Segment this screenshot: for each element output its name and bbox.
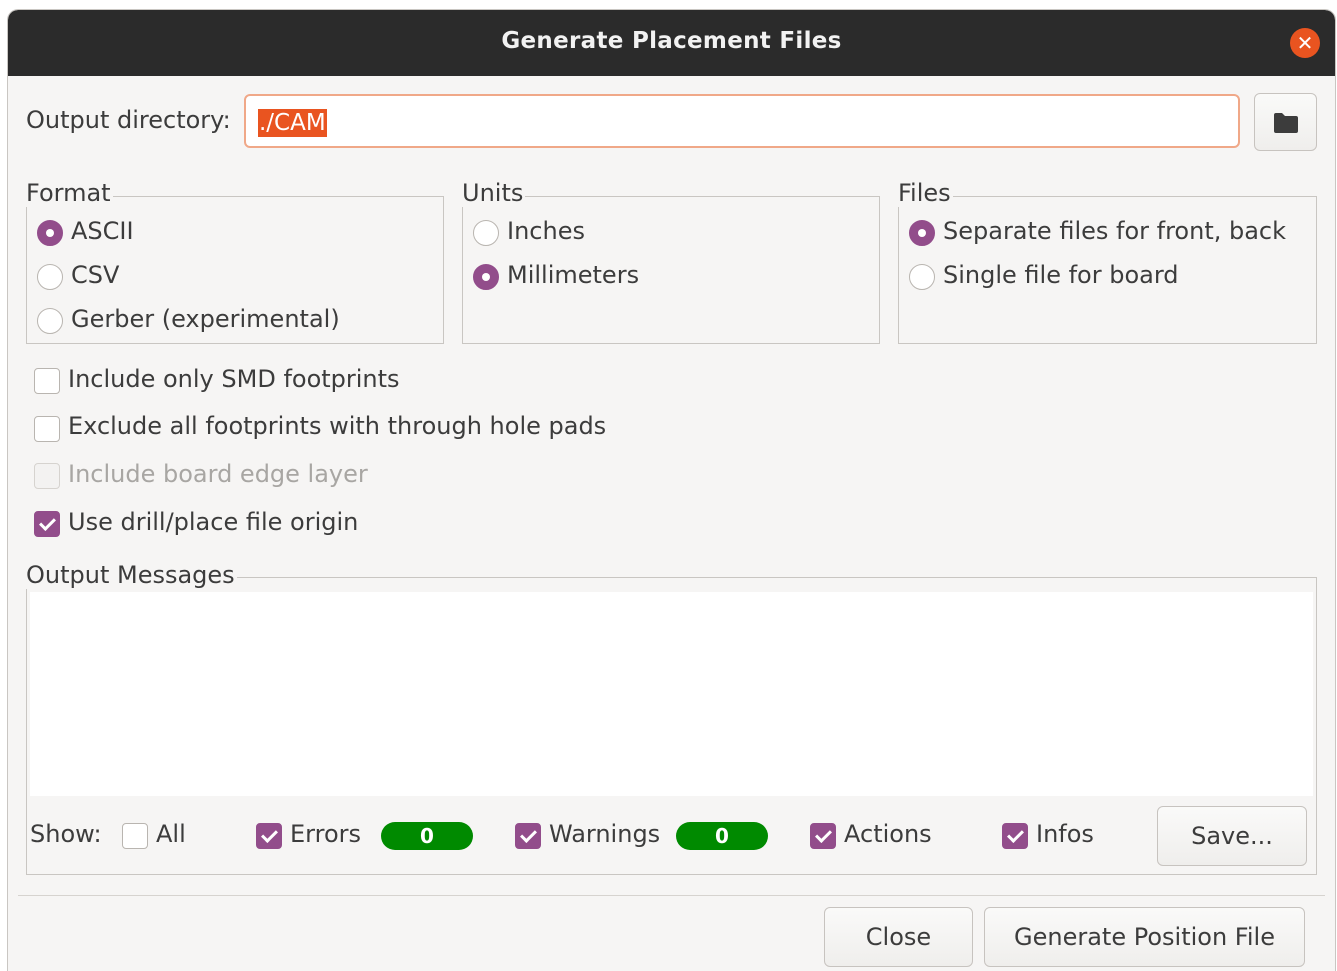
files-group-title: Files: [898, 179, 953, 207]
units-group-title: Units: [462, 179, 526, 207]
files-single-label[interactable]: Single file for board: [943, 261, 1179, 289]
show-errors-label[interactable]: Errors: [290, 820, 361, 848]
files-single-radio[interactable]: [909, 264, 935, 290]
window-title: Generate Placement Files: [501, 28, 842, 54]
exclude-through-hole-label[interactable]: Exclude all footprints with through hole…: [68, 412, 606, 440]
title-bar[interactable]: Generate Placement Files ✕: [8, 10, 1335, 76]
drill-origin-label[interactable]: Use drill/place file origin: [68, 508, 358, 536]
units-inches-label[interactable]: Inches: [507, 217, 585, 245]
save-messages-button[interactable]: Save...: [1157, 806, 1307, 866]
show-actions-label[interactable]: Actions: [844, 820, 932, 848]
close-icon[interactable]: ✕: [1290, 28, 1320, 58]
show-all-label[interactable]: All: [156, 820, 186, 848]
units-millimeters-label[interactable]: Millimeters: [507, 261, 639, 289]
generate-position-file-button[interactable]: Generate Position File: [984, 907, 1305, 967]
format-csv-radio[interactable]: [37, 264, 63, 290]
drill-origin-checkbox[interactable]: [34, 511, 60, 537]
smd-only-label[interactable]: Include only SMD footprints: [68, 365, 400, 393]
files-separate-radio[interactable]: [909, 220, 935, 246]
close-button[interactable]: Close: [824, 907, 973, 967]
warnings-count-badge: 0: [676, 822, 768, 850]
format-ascii-label[interactable]: ASCII: [71, 217, 134, 245]
format-gerber-label[interactable]: Gerber (experimental): [71, 305, 340, 333]
output-messages-title: Output Messages: [26, 561, 237, 589]
show-all-checkbox[interactable]: [122, 823, 148, 849]
exclude-through-hole-checkbox[interactable]: [34, 416, 60, 442]
format-group-title: Format: [26, 179, 113, 207]
units-inches-radio[interactable]: [473, 220, 499, 246]
format-gerber-radio[interactable]: [37, 308, 63, 334]
smd-only-checkbox[interactable]: [34, 368, 60, 394]
browse-directory-button[interactable]: [1254, 93, 1317, 151]
format-ascii-radio[interactable]: [37, 220, 63, 246]
files-separate-label[interactable]: Separate files for front, back: [943, 217, 1286, 245]
output-messages-area[interactable]: [30, 592, 1313, 796]
show-warnings-label[interactable]: Warnings: [549, 820, 660, 848]
show-errors-checkbox[interactable]: [256, 823, 282, 849]
output-directory-value: ./CAM: [258, 109, 327, 137]
show-actions-checkbox[interactable]: [810, 823, 836, 849]
show-label: Show:: [30, 820, 102, 848]
output-directory-label: Output directory:: [26, 106, 231, 134]
output-directory-input[interactable]: ./CAM: [244, 94, 1240, 148]
board-edge-label: Include board edge layer: [68, 460, 368, 488]
dialog-window: Generate Placement Files ✕ Output direct…: [8, 10, 1335, 971]
units-millimeters-radio[interactable]: [473, 264, 499, 290]
folder-icon: [1274, 113, 1298, 133]
errors-count-badge: 0: [381, 822, 473, 850]
show-infos-checkbox[interactable]: [1002, 823, 1028, 849]
show-warnings-checkbox[interactable]: [515, 823, 541, 849]
show-infos-label[interactable]: Infos: [1036, 820, 1094, 848]
board-edge-checkbox: [34, 463, 60, 489]
format-csv-label[interactable]: CSV: [71, 261, 119, 289]
button-separator: [18, 895, 1325, 896]
